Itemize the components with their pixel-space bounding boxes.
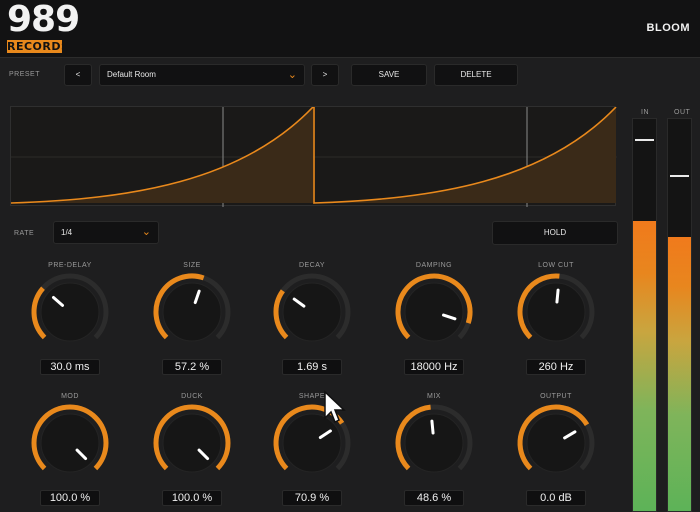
rate-dropdown[interactable]: 1/4 ⌄: [53, 221, 159, 244]
knob-value-field[interactable]: 100.0 %: [162, 490, 222, 506]
knob-value-field[interactable]: 260 Hz: [526, 359, 586, 375]
preset-prev-button[interactable]: <: [64, 64, 92, 86]
knob-dial[interactable]: [272, 272, 352, 352]
knob-mix: MIX 48.6 %: [384, 393, 484, 511]
knob-body: [282, 282, 342, 342]
knob-pre-delay: PRE-DELAY 30.0 ms: [20, 262, 120, 380]
logo-records: RECORDS: [7, 40, 70, 53]
knob-body: [404, 282, 464, 342]
preset-dropdown[interactable]: Default Room ⌄: [99, 64, 305, 86]
knob-dial[interactable]: [30, 272, 110, 352]
meter-out: [667, 118, 692, 512]
knob-label: SHAPE: [298, 393, 326, 400]
knob-label: DECAY: [298, 262, 326, 269]
preset-next-button[interactable]: >: [311, 64, 339, 86]
knob-value-field[interactable]: 1.69 s: [282, 359, 342, 375]
meter-out-label: OUT: [674, 109, 691, 116]
knob-label: PRE-DELAY: [48, 262, 92, 269]
meter-in: [632, 118, 657, 512]
knob-value-field[interactable]: 70.9 %: [282, 490, 342, 506]
rate-label: RATE: [14, 230, 35, 237]
preset-label: PRESET: [9, 71, 41, 78]
knob-pointer: [430, 419, 435, 435]
meter-in-fill: [633, 220, 656, 511]
knob-value-field[interactable]: 0.0 dB: [526, 490, 586, 506]
knob-label: DAMPING: [415, 262, 453, 269]
mouse-cursor-icon: [324, 390, 346, 424]
hold-button[interactable]: HOLD: [492, 221, 618, 245]
knob-dial[interactable]: [152, 272, 232, 352]
knob-label: LOW CUT: [538, 262, 574, 269]
knob-dial[interactable]: [30, 403, 110, 483]
knob-label: DUCK: [181, 393, 203, 400]
knob-body: [162, 282, 222, 342]
knob-damping: DAMPING 18000 Hz: [384, 262, 484, 380]
knob-label: OUTPUT: [540, 393, 572, 400]
knob-dial[interactable]: [516, 272, 596, 352]
chevron-down-icon: ⌄: [141, 226, 151, 238]
meter-in-label: IN: [641, 109, 649, 116]
knob-body: [40, 413, 100, 473]
save-button[interactable]: SAVE: [351, 64, 427, 86]
knob-pointer: [555, 288, 560, 304]
envelope-fill: [314, 107, 616, 203]
plugin-title: BLOOM: [646, 22, 690, 34]
preset-current: Default Room: [107, 70, 156, 79]
knob-output: OUTPUT 0.0 dB: [506, 393, 606, 511]
envelope-graph: [10, 106, 617, 207]
knob-body: [404, 413, 464, 473]
meter-out-peak: [670, 175, 689, 177]
envelope-fill: [11, 107, 313, 203]
knob-body: [526, 282, 586, 342]
knob-value-field[interactable]: 48.6 %: [404, 490, 464, 506]
knob-label: MOD: [61, 393, 79, 400]
rate-value: 1/4: [61, 228, 73, 237]
delete-button[interactable]: DELETE: [434, 64, 518, 86]
knob-label: SIZE: [183, 262, 201, 269]
knob-dial[interactable]: [394, 403, 474, 483]
knob-duck: DUCK 100.0 %: [142, 393, 242, 511]
knob-dial[interactable]: [516, 403, 596, 483]
knob-body: [40, 282, 100, 342]
knob-shape: SHAPE 70.9 %: [262, 393, 362, 511]
meter-in-peak: [635, 139, 654, 141]
knob-decay: DECAY 1.69 s: [262, 262, 362, 380]
knob-body: [162, 413, 222, 473]
chevron-down-icon: ⌄: [287, 69, 297, 81]
knob-dial[interactable]: [152, 403, 232, 483]
knob-size: SIZE 57.2 %: [142, 262, 242, 380]
knob-value-field[interactable]: 100.0 %: [40, 490, 100, 506]
knob-low-cut: LOW CUT 260 Hz: [506, 262, 606, 380]
knob-mod: MOD 100.0 %: [20, 393, 120, 511]
logo-number: 989: [7, 0, 80, 40]
knob-body: [526, 413, 586, 473]
knob-value-field[interactable]: 57.2 %: [162, 359, 222, 375]
header: 989 RECORDS BLOOM: [0, 0, 700, 58]
knob-label: MIX: [427, 393, 441, 400]
envelope-display: [10, 106, 617, 207]
knob-value-field[interactable]: 30.0 ms: [40, 359, 100, 375]
knob-value-field[interactable]: 18000 Hz: [404, 359, 464, 375]
meter-out-fill: [668, 236, 691, 511]
knob-dial[interactable]: [394, 272, 474, 352]
